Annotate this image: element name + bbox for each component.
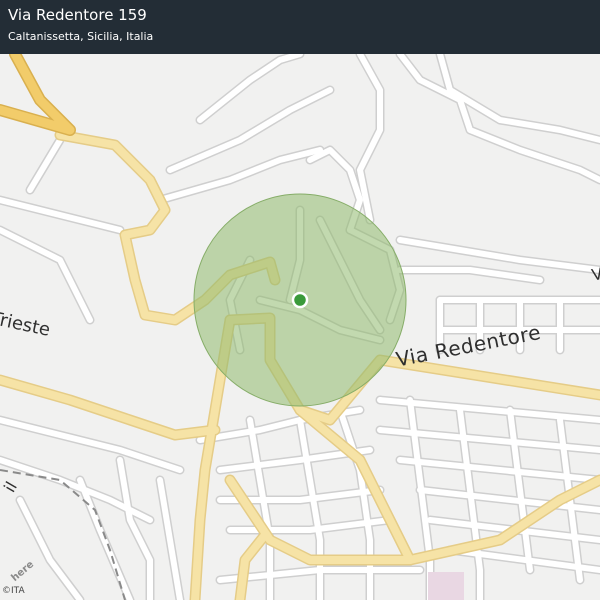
address-subtitle: Caltanissetta, Sicilia, Italia	[8, 30, 154, 43]
location-marker[interactable]	[291, 291, 309, 309]
location-header: Via Redentore 159 Caltanissetta, Sicilia…	[0, 0, 600, 54]
map-canvas[interactable]	[0, 0, 600, 600]
map-copyright: ©ITA	[2, 586, 25, 596]
poi-area	[428, 572, 464, 600]
address-title: Via Redentore 159	[8, 6, 147, 24]
